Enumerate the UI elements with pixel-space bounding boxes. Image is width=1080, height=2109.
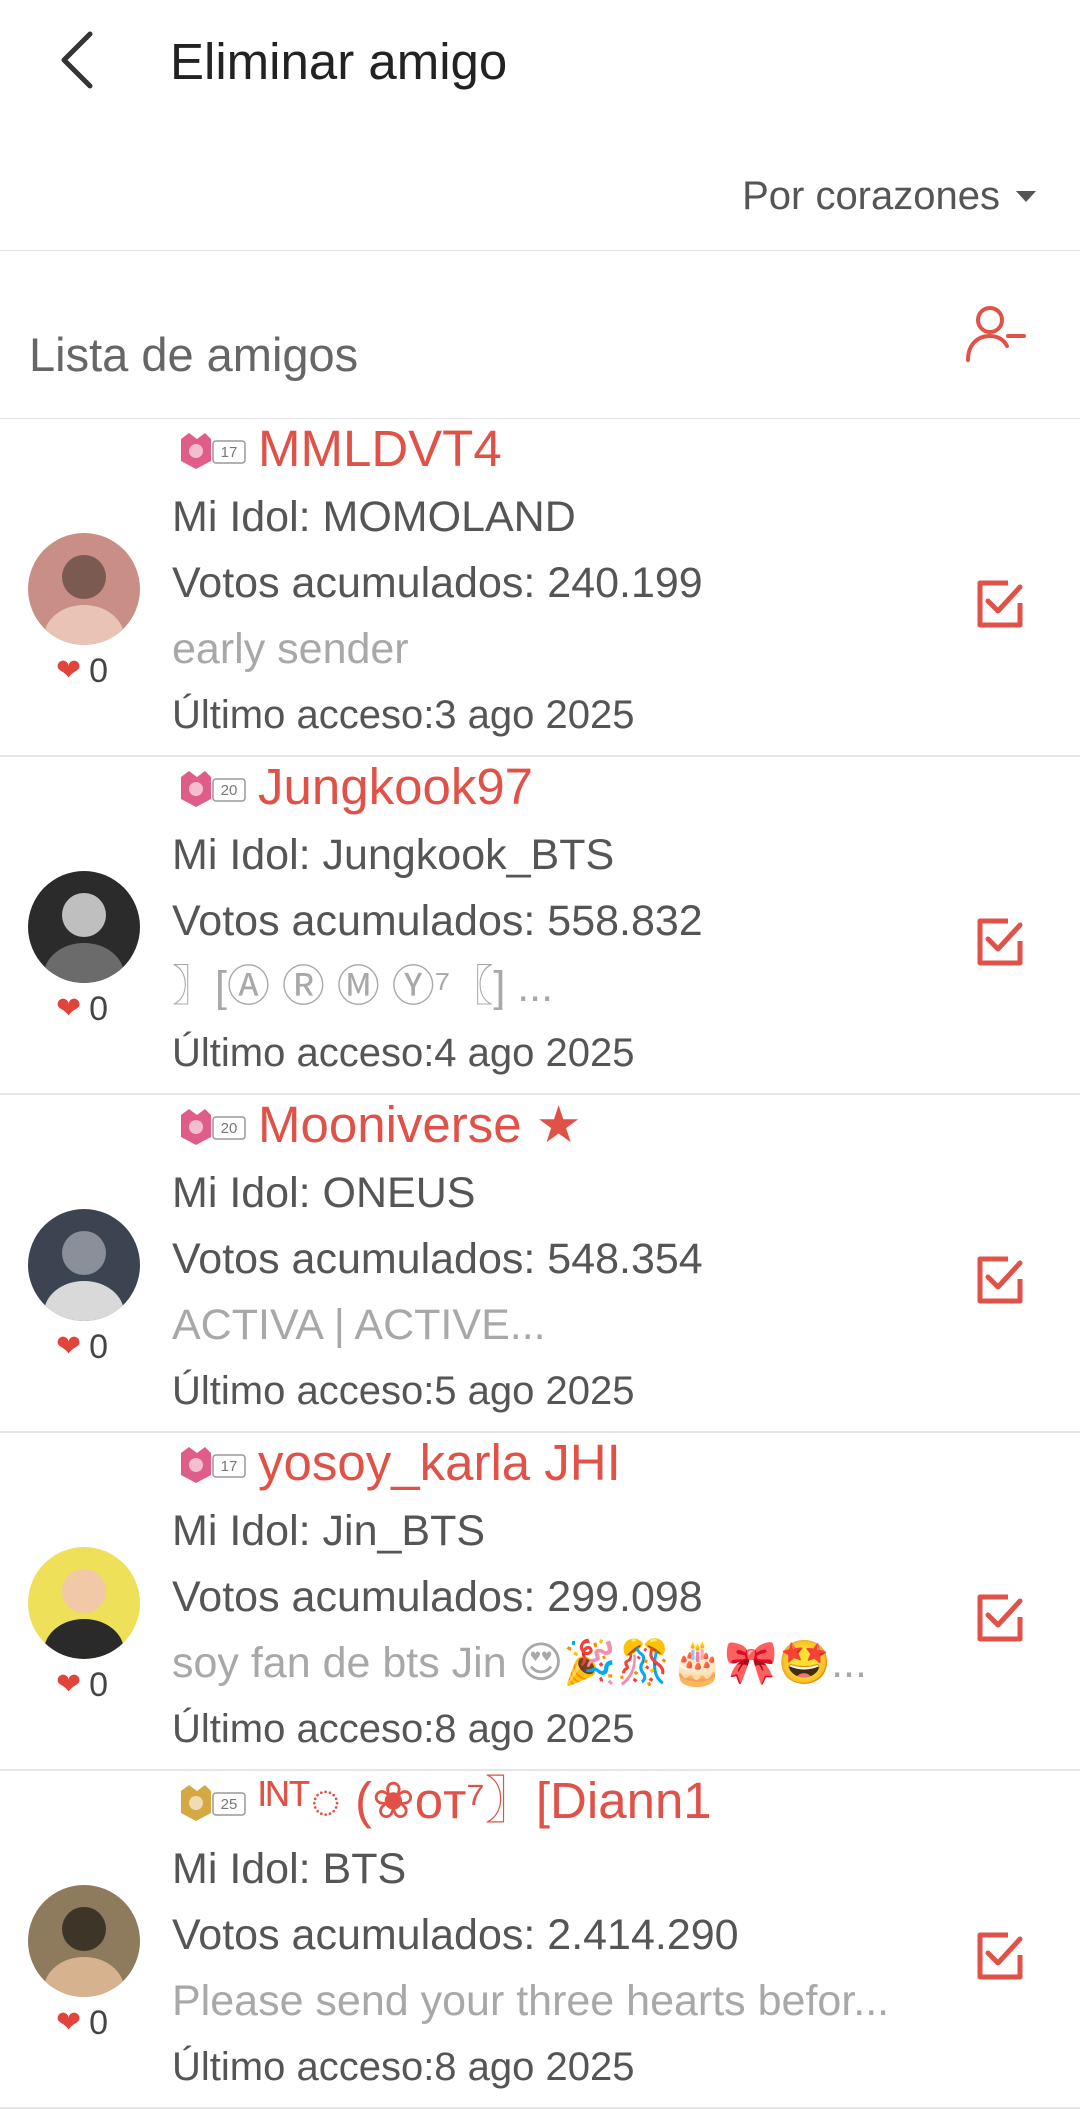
avatar-head <box>62 1907 106 1951</box>
friend-name[interactable]: MMLDVT4 <box>258 419 502 479</box>
friend-votes: Votos acumulados: 548.354 <box>172 1235 703 1283</box>
app-header: Eliminar amigo <box>0 0 1080 125</box>
hearts-count: ❤ 0 <box>56 651 108 691</box>
friend-name[interactable]: yosoy_karla JHI <box>258 1433 621 1493</box>
friend-votes: Votos acumulados: 2.414.290 <box>172 1911 739 1959</box>
hearts-value: 0 <box>89 2004 109 2042</box>
friend-name[interactable]: Mooniverse ★ <box>258 1095 582 1155</box>
friend-idol: Mi Idol: Jin_BTS <box>172 1507 486 1555</box>
checkbox-checked-icon[interactable] <box>974 917 1024 967</box>
sort-label: Por corazones <box>742 174 1000 218</box>
level-badge-icon: 20 <box>181 1109 246 1145</box>
avatar[interactable] <box>28 1547 140 1659</box>
friend-row[interactable]: ❤ 0 25 ᴵᴺᵀ◌ (❀ᴏᴛ⁷〗[Diann1 Mi Idol: BTS V… <box>0 1771 1080 2109</box>
caret-down-icon <box>1016 190 1036 202</box>
heart-icon: ❤ <box>56 654 82 687</box>
avatar-image <box>28 1547 140 1659</box>
avatar[interactable] <box>28 533 140 645</box>
user-minus-icon[interactable] <box>962 300 1030 368</box>
avatar[interactable] <box>28 1885 140 1997</box>
heart-icon: ❤ <box>56 992 82 1025</box>
friend-votes: Votos acumulados: 299.098 <box>172 1573 703 1621</box>
friend-row[interactable]: ❤ 0 20 Mooniverse ★ Mi Idol: ONEUS Votos… <box>0 1095 1080 1433</box>
avatar-head <box>62 555 106 599</box>
hearts-count: ❤ 0 <box>56 989 108 1029</box>
friend-name[interactable]: ᴵᴺᵀ◌ (❀ᴏᴛ⁷〗[Diann1 <box>258 1771 712 1831</box>
badge-level: 17 <box>221 1458 238 1475</box>
friend-status: ACTIVA | ACTIVE... <box>172 1301 546 1349</box>
avatar-image <box>28 1885 140 1997</box>
back-chevron-icon[interactable] <box>50 28 110 92</box>
avatar-image <box>28 1209 140 1321</box>
level-badge-icon: 25 <box>181 1785 246 1821</box>
friend-status: soy fan de bts Jin 😍🎉🎊🎂🎀🤩... <box>172 1639 867 1687</box>
avatar[interactable] <box>28 871 140 983</box>
badge-level: 17 <box>221 444 238 461</box>
level-badge-icon: 17 <box>181 1447 246 1483</box>
checkbox-checked-icon[interactable] <box>974 1931 1024 1981</box>
friend-last-access: Último acceso:5 ago 2025 <box>172 1369 635 1413</box>
checkbox-checked-icon[interactable] <box>974 1255 1024 1305</box>
friend-status: early sender <box>172 625 409 673</box>
avatar-image <box>28 871 140 983</box>
badge-level: 25 <box>221 1796 238 1813</box>
friend-row[interactable]: ❤ 0 17 MMLDVT4 Mi Idol: MOMOLAND Votos a… <box>0 419 1080 757</box>
heart-icon: ❤ <box>56 2006 82 2039</box>
avatar-head <box>62 1569 106 1613</box>
hearts-value: 0 <box>89 1328 109 1366</box>
heart-icon: ❤ <box>56 1668 82 1701</box>
hearts-value: 0 <box>89 652 109 690</box>
friend-idol: Mi Idol: MOMOLAND <box>172 493 576 541</box>
friend-idol: Mi Idol: ONEUS <box>172 1169 476 1217</box>
avatar-image <box>28 533 140 645</box>
friends-list-title: Lista de amigos <box>29 328 359 381</box>
page-title: Eliminar amigo <box>170 33 508 90</box>
avatar-head <box>62 893 106 937</box>
checkbox-checked-icon[interactable] <box>974 579 1024 629</box>
friend-idol: Mi Idol: Jungkook_BTS <box>172 831 615 879</box>
badge-level: 20 <box>221 782 238 799</box>
avatar[interactable] <box>28 1209 140 1321</box>
friend-last-access: Último acceso:8 ago 2025 <box>172 1707 635 1751</box>
friend-last-access: Último acceso:4 ago 2025 <box>172 1031 635 1075</box>
friend-row[interactable]: ❤ 0 20 Jungkook97 Mi Idol: Jungkook_BTS … <box>0 757 1080 1095</box>
avatar-head <box>62 1231 106 1275</box>
friend-status: 〗[Ⓐ Ⓡ Ⓜ Ⓨ⁷〖] ... <box>172 963 554 1011</box>
friend-votes: Votos acumulados: 240.199 <box>172 559 703 607</box>
friend-idol: Mi Idol: BTS <box>172 1845 407 1893</box>
friend-last-access: Último acceso:8 ago 2025 <box>172 2045 635 2089</box>
friend-status: Please send your three hearts befor... <box>172 1977 890 2025</box>
friend-votes: Votos acumulados: 558.832 <box>172 897 703 945</box>
level-badge-icon: 20 <box>181 771 246 807</box>
hearts-count: ❤ 0 <box>56 1665 108 1705</box>
sort-dropdown[interactable]: Por corazones <box>742 168 1036 224</box>
hearts-count: ❤ 0 <box>56 2003 108 2043</box>
badge-level: 20 <box>221 1120 238 1137</box>
friend-row[interactable]: ❤ 0 17 yosoy_karla JHI Mi Idol: Jin_BTS … <box>0 1433 1080 1771</box>
checkbox-checked-icon[interactable] <box>974 1593 1024 1643</box>
hearts-value: 0 <box>89 990 109 1028</box>
hearts-count: ❤ 0 <box>56 1327 108 1367</box>
level-badge-icon: 17 <box>181 433 246 469</box>
friend-name[interactable]: Jungkook97 <box>258 757 533 817</box>
hearts-value: 0 <box>89 1666 109 1704</box>
friend-last-access: Último acceso:3 ago 2025 <box>172 693 635 737</box>
heart-icon: ❤ <box>56 1330 82 1363</box>
